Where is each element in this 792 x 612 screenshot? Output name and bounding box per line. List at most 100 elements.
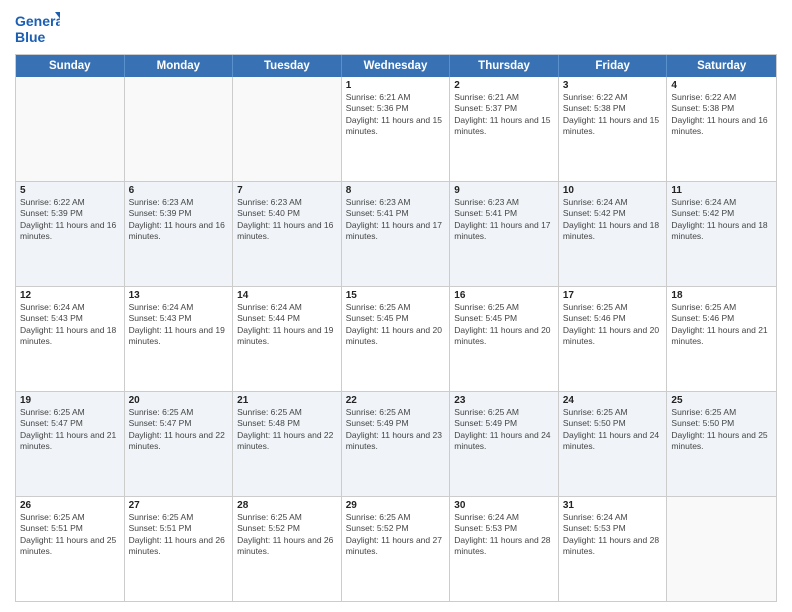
- cal-empty: [233, 77, 342, 181]
- day-number: 5: [20, 185, 120, 196]
- logo-svg: General Blue: [15, 10, 60, 48]
- cal-day-25: 25Sunrise: 6:25 AM Sunset: 5:50 PM Dayli…: [667, 392, 776, 496]
- calendar: SundayMondayTuesdayWednesdayThursdayFrid…: [15, 54, 777, 602]
- cell-info: Sunrise: 6:22 AM Sunset: 5:38 PM Dayligh…: [671, 92, 772, 138]
- day-number: 29: [346, 500, 446, 511]
- cal-day-22: 22Sunrise: 6:25 AM Sunset: 5:49 PM Dayli…: [342, 392, 451, 496]
- header-day-saturday: Saturday: [667, 55, 776, 77]
- svg-text:General: General: [15, 13, 60, 29]
- day-number: 20: [129, 395, 229, 406]
- day-number: 27: [129, 500, 229, 511]
- cal-day-21: 21Sunrise: 6:25 AM Sunset: 5:48 PM Dayli…: [233, 392, 342, 496]
- day-number: 4: [671, 80, 772, 91]
- cal-day-24: 24Sunrise: 6:25 AM Sunset: 5:50 PM Dayli…: [559, 392, 668, 496]
- cell-info: Sunrise: 6:25 AM Sunset: 5:52 PM Dayligh…: [237, 512, 337, 558]
- cal-week-4: 19Sunrise: 6:25 AM Sunset: 5:47 PM Dayli…: [16, 391, 776, 496]
- day-number: 9: [454, 185, 554, 196]
- cal-day-7: 7Sunrise: 6:23 AM Sunset: 5:40 PM Daylig…: [233, 182, 342, 286]
- day-number: 14: [237, 290, 337, 301]
- calendar-header: SundayMondayTuesdayWednesdayThursdayFrid…: [16, 55, 776, 77]
- cal-day-12: 12Sunrise: 6:24 AM Sunset: 5:43 PM Dayli…: [16, 287, 125, 391]
- day-number: 1: [346, 80, 446, 91]
- day-number: 6: [129, 185, 229, 196]
- cell-info: Sunrise: 6:24 AM Sunset: 5:53 PM Dayligh…: [563, 512, 663, 558]
- cal-week-1: 1Sunrise: 6:21 AM Sunset: 5:36 PM Daylig…: [16, 77, 776, 181]
- day-number: 19: [20, 395, 120, 406]
- cal-day-1: 1Sunrise: 6:21 AM Sunset: 5:36 PM Daylig…: [342, 77, 451, 181]
- calendar-body: 1Sunrise: 6:21 AM Sunset: 5:36 PM Daylig…: [16, 77, 776, 601]
- cal-day-20: 20Sunrise: 6:25 AM Sunset: 5:47 PM Dayli…: [125, 392, 234, 496]
- day-number: 23: [454, 395, 554, 406]
- cell-info: Sunrise: 6:25 AM Sunset: 5:46 PM Dayligh…: [563, 302, 663, 348]
- cell-info: Sunrise: 6:25 AM Sunset: 5:47 PM Dayligh…: [20, 407, 120, 453]
- cell-info: Sunrise: 6:24 AM Sunset: 5:42 PM Dayligh…: [563, 197, 663, 243]
- day-number: 17: [563, 290, 663, 301]
- day-number: 18: [671, 290, 772, 301]
- svg-text:Blue: Blue: [15, 29, 46, 45]
- day-number: 11: [671, 185, 772, 196]
- day-number: 10: [563, 185, 663, 196]
- cell-info: Sunrise: 6:22 AM Sunset: 5:38 PM Dayligh…: [563, 92, 663, 138]
- header-day-thursday: Thursday: [450, 55, 559, 77]
- cell-info: Sunrise: 6:24 AM Sunset: 5:53 PM Dayligh…: [454, 512, 554, 558]
- cell-info: Sunrise: 6:23 AM Sunset: 5:41 PM Dayligh…: [454, 197, 554, 243]
- cal-week-5: 26Sunrise: 6:25 AM Sunset: 5:51 PM Dayli…: [16, 496, 776, 601]
- cal-empty: [16, 77, 125, 181]
- header-day-friday: Friday: [559, 55, 668, 77]
- cal-day-2: 2Sunrise: 6:21 AM Sunset: 5:37 PM Daylig…: [450, 77, 559, 181]
- header-day-sunday: Sunday: [16, 55, 125, 77]
- cal-day-4: 4Sunrise: 6:22 AM Sunset: 5:38 PM Daylig…: [667, 77, 776, 181]
- header: General Blue: [15, 10, 777, 48]
- logo: General Blue: [15, 10, 60, 48]
- cal-day-10: 10Sunrise: 6:24 AM Sunset: 5:42 PM Dayli…: [559, 182, 668, 286]
- cal-day-27: 27Sunrise: 6:25 AM Sunset: 5:51 PM Dayli…: [125, 497, 234, 601]
- cell-info: Sunrise: 6:21 AM Sunset: 5:37 PM Dayligh…: [454, 92, 554, 138]
- cal-day-31: 31Sunrise: 6:24 AM Sunset: 5:53 PM Dayli…: [559, 497, 668, 601]
- cal-day-16: 16Sunrise: 6:25 AM Sunset: 5:45 PM Dayli…: [450, 287, 559, 391]
- cell-info: Sunrise: 6:23 AM Sunset: 5:40 PM Dayligh…: [237, 197, 337, 243]
- cell-info: Sunrise: 6:21 AM Sunset: 5:36 PM Dayligh…: [346, 92, 446, 138]
- cal-day-6: 6Sunrise: 6:23 AM Sunset: 5:39 PM Daylig…: [125, 182, 234, 286]
- cell-info: Sunrise: 6:23 AM Sunset: 5:39 PM Dayligh…: [129, 197, 229, 243]
- header-day-tuesday: Tuesday: [233, 55, 342, 77]
- day-number: 21: [237, 395, 337, 406]
- page: General Blue SundayMondayTuesdayWednesda…: [0, 0, 792, 612]
- cell-info: Sunrise: 6:24 AM Sunset: 5:43 PM Dayligh…: [129, 302, 229, 348]
- day-number: 24: [563, 395, 663, 406]
- cal-day-14: 14Sunrise: 6:24 AM Sunset: 5:44 PM Dayli…: [233, 287, 342, 391]
- day-number: 26: [20, 500, 120, 511]
- cell-info: Sunrise: 6:25 AM Sunset: 5:52 PM Dayligh…: [346, 512, 446, 558]
- day-number: 25: [671, 395, 772, 406]
- cal-day-8: 8Sunrise: 6:23 AM Sunset: 5:41 PM Daylig…: [342, 182, 451, 286]
- cell-info: Sunrise: 6:25 AM Sunset: 5:51 PM Dayligh…: [129, 512, 229, 558]
- cell-info: Sunrise: 6:25 AM Sunset: 5:45 PM Dayligh…: [454, 302, 554, 348]
- day-number: 12: [20, 290, 120, 301]
- cal-day-3: 3Sunrise: 6:22 AM Sunset: 5:38 PM Daylig…: [559, 77, 668, 181]
- cell-info: Sunrise: 6:25 AM Sunset: 5:50 PM Dayligh…: [671, 407, 772, 453]
- cell-info: Sunrise: 6:25 AM Sunset: 5:46 PM Dayligh…: [671, 302, 772, 348]
- day-number: 13: [129, 290, 229, 301]
- day-number: 7: [237, 185, 337, 196]
- header-day-wednesday: Wednesday: [342, 55, 451, 77]
- cal-day-19: 19Sunrise: 6:25 AM Sunset: 5:47 PM Dayli…: [16, 392, 125, 496]
- cal-day-26: 26Sunrise: 6:25 AM Sunset: 5:51 PM Dayli…: [16, 497, 125, 601]
- cell-info: Sunrise: 6:24 AM Sunset: 5:44 PM Dayligh…: [237, 302, 337, 348]
- day-number: 16: [454, 290, 554, 301]
- cal-day-23: 23Sunrise: 6:25 AM Sunset: 5:49 PM Dayli…: [450, 392, 559, 496]
- cell-info: Sunrise: 6:24 AM Sunset: 5:42 PM Dayligh…: [671, 197, 772, 243]
- cal-day-29: 29Sunrise: 6:25 AM Sunset: 5:52 PM Dayli…: [342, 497, 451, 601]
- cal-day-9: 9Sunrise: 6:23 AM Sunset: 5:41 PM Daylig…: [450, 182, 559, 286]
- day-number: 8: [346, 185, 446, 196]
- cal-empty: [125, 77, 234, 181]
- cell-info: Sunrise: 6:23 AM Sunset: 5:41 PM Dayligh…: [346, 197, 446, 243]
- day-number: 2: [454, 80, 554, 91]
- cell-info: Sunrise: 6:25 AM Sunset: 5:49 PM Dayligh…: [346, 407, 446, 453]
- cal-week-2: 5Sunrise: 6:22 AM Sunset: 5:39 PM Daylig…: [16, 181, 776, 286]
- cell-info: Sunrise: 6:25 AM Sunset: 5:51 PM Dayligh…: [20, 512, 120, 558]
- cell-info: Sunrise: 6:22 AM Sunset: 5:39 PM Dayligh…: [20, 197, 120, 243]
- day-number: 15: [346, 290, 446, 301]
- day-number: 22: [346, 395, 446, 406]
- cell-info: Sunrise: 6:25 AM Sunset: 5:47 PM Dayligh…: [129, 407, 229, 453]
- cal-day-30: 30Sunrise: 6:24 AM Sunset: 5:53 PM Dayli…: [450, 497, 559, 601]
- day-number: 31: [563, 500, 663, 511]
